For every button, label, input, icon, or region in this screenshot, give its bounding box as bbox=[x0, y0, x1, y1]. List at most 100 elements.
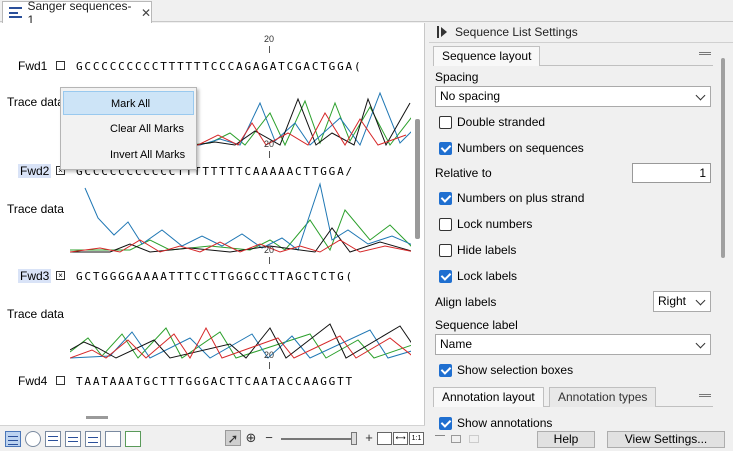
spacing-label: Spacing bbox=[435, 70, 479, 84]
panel-scroll-thumb[interactable] bbox=[721, 58, 725, 258]
numbers-on-sequences-row[interactable]: Numbers on sequences bbox=[439, 140, 584, 156]
zoom-plus-icon[interactable]: + bbox=[361, 430, 377, 446]
lock-numbers-label: Lock numbers bbox=[457, 217, 533, 231]
hide-labels-row[interactable]: Hide labels bbox=[439, 242, 516, 258]
ruler-tick bbox=[269, 362, 270, 369]
zoom-slider-thumb[interactable] bbox=[351, 432, 357, 445]
trace-label: Trace data bbox=[7, 202, 64, 216]
zoom-100-icon[interactable]: 1:1 bbox=[409, 432, 424, 445]
numbers-on-sequences-label: Numbers on sequences bbox=[457, 141, 584, 155]
ruler-tick bbox=[269, 151, 270, 158]
numbers-on-plus-strand-checkbox[interactable] bbox=[439, 191, 452, 205]
horizontal-scroll-thumb[interactable] bbox=[86, 416, 108, 419]
lock-labels-checkbox[interactable] bbox=[439, 269, 452, 283]
collapse-handle-icon bbox=[437, 26, 439, 38]
sequence-list-icon bbox=[9, 7, 23, 18]
lock-labels-row[interactable]: Lock labels bbox=[439, 268, 517, 284]
zoom-slider-track[interactable] bbox=[281, 438, 355, 440]
app-window: Sanger sequences-1 ✕ 20 Fwd1 GCCCCCCCCCT… bbox=[0, 0, 733, 451]
menu-item-invert-all-marks[interactable]: Invert All Marks bbox=[63, 143, 194, 167]
show-selection-boxes-checkbox[interactable] bbox=[439, 363, 452, 377]
check-view-icon[interactable] bbox=[125, 431, 141, 447]
ruler-tick bbox=[269, 46, 270, 53]
zoom-out-icon[interactable]: − bbox=[261, 430, 277, 446]
zoom-controls: ➚ ⊕ − + ⟷ 1:1 bbox=[225, 430, 425, 448]
mark-checkbox[interactable]: × bbox=[56, 271, 65, 280]
sequence-name[interactable]: Fwd2 bbox=[18, 164, 52, 178]
side-panel: Sequence List Settings Sequence layout S… bbox=[429, 22, 733, 451]
lock-numbers-row[interactable]: Lock numbers bbox=[439, 216, 532, 232]
sequence-name[interactable]: Fwd3 bbox=[18, 269, 52, 283]
fit-window-icon[interactable]: ⟷ bbox=[393, 432, 408, 445]
menu-item-mark-all[interactable]: Mark All bbox=[63, 91, 194, 115]
sequence-name[interactable]: Fwd4 bbox=[18, 374, 47, 388]
panel-header[interactable]: Sequence List Settings bbox=[429, 22, 733, 43]
panel-footer: Help View Settings... bbox=[429, 427, 733, 451]
trace-label: Trace data bbox=[7, 95, 64, 109]
ruler-number: 20 bbox=[264, 139, 275, 149]
section-tabs-annotation: Annotation layout Annotation types bbox=[433, 387, 713, 407]
collapse-section-icon[interactable] bbox=[699, 394, 711, 397]
chevron-down-icon bbox=[695, 338, 706, 349]
alignment-view-icon[interactable] bbox=[25, 431, 41, 447]
show-selection-boxes-row[interactable]: Show selection boxes bbox=[439, 362, 573, 378]
save-settings-icon[interactable] bbox=[469, 435, 479, 443]
table-view-icon[interactable] bbox=[85, 431, 101, 447]
tab-sequence-layout[interactable]: Sequence layout bbox=[433, 46, 541, 66]
relative-to-input[interactable]: 1 bbox=[632, 163, 711, 183]
numbers-on-plus-strand-label: Numbers on plus strand bbox=[457, 191, 585, 205]
sequence-view: 20 Fwd1 GCCCCCCCCCTTTTTTCCCAGAGATCGACTGG… bbox=[0, 23, 425, 451]
tab-sanger-sequences[interactable]: Sanger sequences-1 ✕ bbox=[2, 0, 152, 27]
ruler-number: 20 bbox=[264, 245, 275, 255]
fit-width-icon[interactable] bbox=[377, 432, 392, 445]
menu-item-clear-all-marks[interactable]: Clear All Marks bbox=[63, 117, 194, 141]
hide-labels-checkbox[interactable] bbox=[439, 243, 452, 257]
trace-chromatogram bbox=[70, 182, 411, 253]
tab-annotation-layout[interactable]: Annotation layout bbox=[433, 387, 544, 407]
spacing-value: No spacing bbox=[440, 89, 501, 103]
expand-arrow-icon[interactable] bbox=[441, 27, 447, 37]
lock-labels-label: Lock labels bbox=[457, 269, 518, 283]
zoom-in-icon[interactable]: ⊕ bbox=[243, 430, 259, 446]
selection-mode-icon[interactable]: ➚ bbox=[225, 430, 241, 446]
mark-checkbox[interactable] bbox=[56, 61, 65, 70]
folder-icon[interactable] bbox=[451, 435, 461, 443]
trace-label: Trace data bbox=[7, 307, 64, 321]
sequence-list-view-icon[interactable] bbox=[5, 431, 21, 447]
tab-annotation-types[interactable]: Annotation types bbox=[549, 387, 657, 407]
view-settings-button[interactable]: View Settings... bbox=[607, 431, 725, 448]
align-labels-select[interactable]: Right bbox=[653, 291, 711, 312]
close-icon[interactable]: ✕ bbox=[141, 6, 151, 20]
double-stranded-label: Double stranded bbox=[457, 115, 546, 129]
double-stranded-checkbox[interactable] bbox=[439, 115, 452, 129]
sequence-area[interactable]: 20 Fwd1 GCCCCCCCCCTTTTTTCCCAGAGATCGACTGG… bbox=[0, 23, 411, 411]
vertical-scrollbar[interactable] bbox=[413, 43, 421, 403]
help-button[interactable]: Help bbox=[537, 431, 595, 448]
sequence-bases: GCTGGGGAAAATTTCCTTGGGCCTTAGCTCTG( bbox=[76, 270, 354, 283]
align-labels-value: Right bbox=[658, 294, 687, 308]
trace-chromatogram bbox=[70, 323, 411, 359]
panel-title: Sequence List Settings bbox=[455, 25, 578, 39]
mark-checkbox[interactable] bbox=[56, 376, 65, 385]
collapse-all-icon[interactable] bbox=[435, 435, 445, 443]
view-toolbar: ➚ ⊕ − + ⟷ 1:1 bbox=[0, 425, 425, 451]
chevron-down-icon bbox=[695, 90, 706, 101]
show-selection-boxes-label: Show selection boxes bbox=[457, 363, 574, 377]
sequence-name[interactable]: Fwd1 bbox=[18, 59, 47, 73]
relative-to-label: Relative to bbox=[435, 166, 492, 180]
sequence-bases: GCCCCCCCCCTTTTTTCCCAGAGATCGACTGGA( bbox=[76, 60, 363, 73]
numbers-on-plus-strand-row[interactable]: Numbers on plus strand bbox=[439, 190, 584, 206]
sequence-label-value: Name bbox=[440, 337, 473, 351]
vertical-scroll-thumb[interactable] bbox=[415, 119, 420, 239]
sequence-label-select[interactable]: Name bbox=[435, 334, 711, 355]
panel-scrollbar[interactable] bbox=[719, 58, 727, 418]
text-view-icon[interactable] bbox=[45, 431, 61, 447]
double-stranded-row[interactable]: Double stranded bbox=[439, 114, 545, 130]
history-view-icon[interactable] bbox=[105, 431, 121, 447]
collapse-section-icon[interactable] bbox=[699, 52, 711, 55]
lock-numbers-checkbox[interactable] bbox=[439, 217, 452, 231]
report-view-icon[interactable] bbox=[65, 431, 81, 447]
numbers-on-sequences-checkbox[interactable] bbox=[439, 141, 452, 155]
align-labels-label: Align labels bbox=[435, 295, 497, 309]
spacing-select[interactable]: No spacing bbox=[435, 86, 711, 107]
